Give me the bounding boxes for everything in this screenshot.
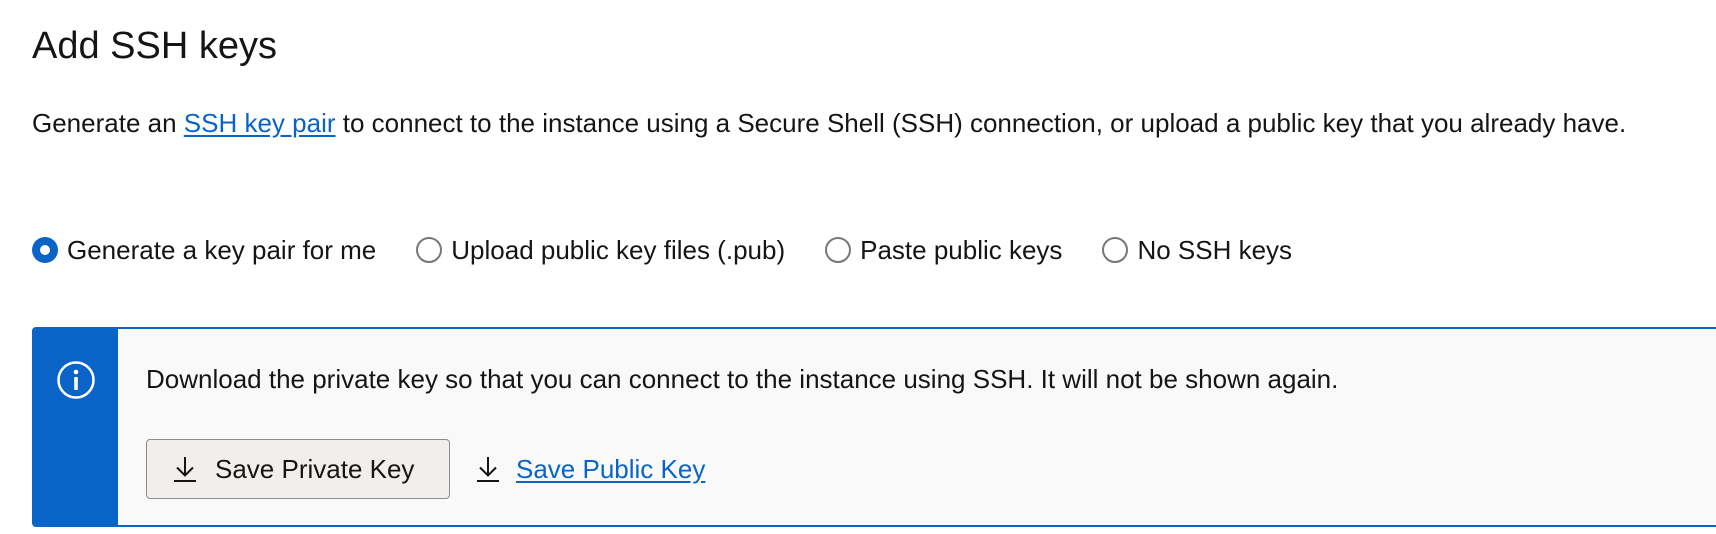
add-ssh-keys-section: Add SSH keys Generate an SSH key pair to…	[32, 0, 1716, 534]
radio-no-ssh-keys[interactable]: No SSH keys	[1102, 234, 1292, 266]
description-text-start: Generate an	[32, 108, 184, 138]
save-private-key-label: Save Private Key	[215, 454, 415, 484]
save-public-key-label[interactable]: Save Public Key	[516, 453, 705, 485]
radio-label: Upload public key files (.pub)	[451, 235, 786, 265]
banner-icon-strip	[34, 329, 118, 525]
ssh-key-option-group: Generate a key pair for me Upload public…	[32, 232, 1332, 268]
radio-upload-public-key[interactable]: Upload public key files (.pub)	[416, 234, 785, 266]
info-icon	[57, 361, 95, 399]
radio-unchecked-indicator[interactable]	[1102, 237, 1129, 263]
save-public-key-link[interactable]: Save Public Key	[474, 439, 705, 499]
radio-label: Generate a key pair for me	[67, 235, 377, 265]
section-description: Generate an SSH key pair to connect to t…	[32, 106, 1692, 141]
download-icon	[477, 457, 499, 482]
description-text-end: to connect to the instance using a Secur…	[335, 108, 1627, 138]
radio-checked-indicator[interactable]	[32, 237, 58, 263]
save-private-key-button[interactable]: Save Private Key	[146, 439, 450, 499]
banner-message: Download the private key so that you can…	[146, 364, 1339, 394]
radio-unchecked-indicator[interactable]	[416, 237, 443, 263]
section-title: Add SSH keys	[32, 25, 277, 67]
download-icon	[174, 457, 196, 482]
radio-unchecked-indicator[interactable]	[825, 237, 852, 263]
radio-label: Paste public keys	[860, 235, 1063, 265]
radio-label: No SSH keys	[1137, 235, 1293, 265]
ssh-key-pair-link[interactable]: SSH key pair	[184, 108, 336, 138]
radio-generate-key-pair[interactable]: Generate a key pair for me	[32, 234, 376, 266]
info-banner: Download the private key so that you can…	[32, 327, 1716, 527]
radio-paste-public-keys[interactable]: Paste public keys	[825, 234, 1062, 266]
